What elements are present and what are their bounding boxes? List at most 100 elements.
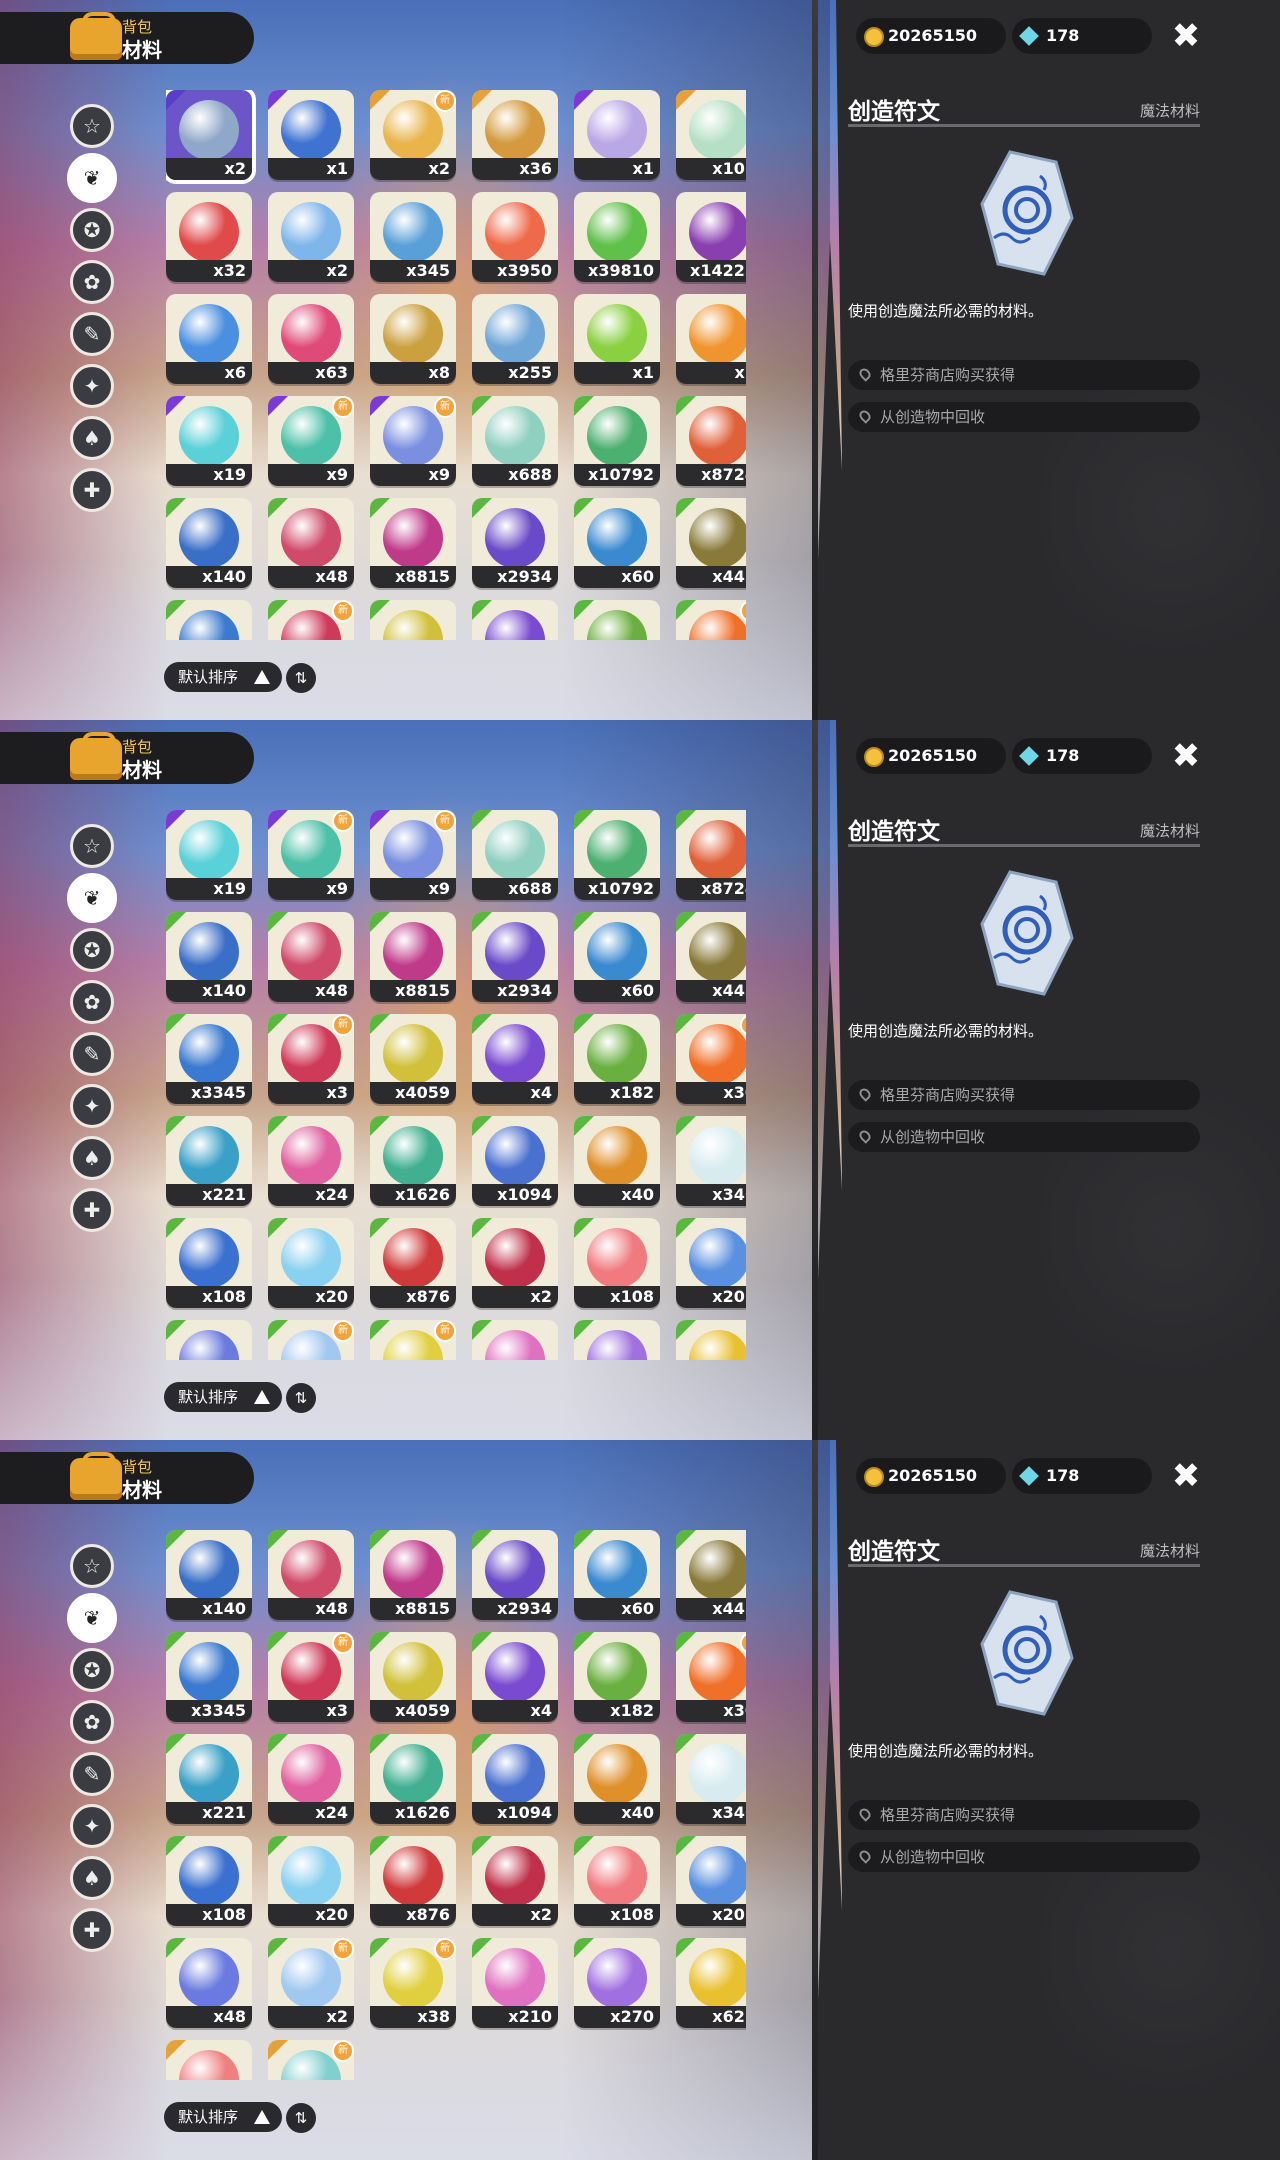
acquisition-source[interactable]: 从创造物中回收 (848, 402, 1200, 432)
acquisition-source[interactable]: 从创造物中回收 (848, 1842, 1200, 1872)
item-slot[interactable]: x688 (472, 810, 558, 900)
item-slot[interactable]: x3新 (268, 1632, 354, 1722)
item-slot[interactable]: x108 (676, 90, 746, 180)
item-slot[interactable]: x1 (574, 294, 660, 384)
item-slot[interactable]: x1新 (268, 2040, 354, 2080)
item-slot[interactable]: x1 (268, 90, 354, 180)
item-slot[interactable]: x3950 (472, 192, 558, 282)
item-slot[interactable]: x2 新 (268, 1938, 354, 2028)
leaf-tab-icon[interactable]: ❦ (67, 153, 117, 203)
item-slot[interactable]: x443 (676, 498, 746, 588)
acorn-tab-icon[interactable]: ♠ (70, 1136, 114, 1180)
item-slot[interactable]: x40 (574, 1116, 660, 1206)
item-slot[interactable]: x443 (676, 912, 746, 1002)
item-slot[interactable]: x166 (166, 2040, 252, 2080)
item-slot[interactable]: x688 (472, 396, 558, 486)
item-slot[interactable]: x1094 (472, 1116, 558, 1206)
item-slot[interactable]: x20 (268, 1836, 354, 1926)
box-tab-icon[interactable]: ✎ (70, 1752, 114, 1796)
item-slot[interactable]: x30新 (676, 1014, 746, 1104)
leaf-tab-icon[interactable]: ❦ (67, 1593, 117, 1643)
item-slot[interactable]: x108 (574, 1836, 660, 1926)
acorn-tab-icon[interactable]: ♠ (70, 416, 114, 460)
item-slot[interactable]: x2934 (472, 498, 558, 588)
acquisition-source[interactable]: 从创造物中回收 (848, 1122, 1200, 1152)
item-slot[interactable]: x346 (676, 1116, 746, 1206)
item-slot[interactable]: x9 新 (370, 396, 456, 486)
item-slot[interactable]: x19 (166, 810, 252, 900)
star-tab-icon[interactable]: ☆ (70, 824, 114, 868)
item-slot[interactable]: x8724 (676, 810, 746, 900)
item-slot[interactable]: x221 (166, 1116, 252, 1206)
item-slot[interactable]: x8815 (370, 498, 456, 588)
item-slot[interactable]: x4 (472, 600, 558, 640)
sort-arrow-icon[interactable] (254, 670, 270, 684)
item-slot[interactable]: x2934 (472, 912, 558, 1002)
item-slot[interactable]: x4059 (370, 1632, 456, 1722)
item-slot[interactable]: x10792 (574, 396, 660, 486)
box-tab-icon[interactable]: ✎ (70, 1032, 114, 1076)
item-slot[interactable]: x8724 (676, 396, 746, 486)
item-slot[interactable]: x345 (370, 192, 456, 282)
orb-tab-icon[interactable]: ✦ (70, 1084, 114, 1128)
chest-tab-icon[interactable]: ✚ (70, 1908, 114, 1952)
item-slot[interactable]: x1 (574, 90, 660, 180)
item-slot[interactable]: x20 (268, 1218, 354, 1308)
item-grid[interactable]: x2 x1 x2 新 x36 x1 x108 x32 x2 x345 x3950 x39810 x142… (166, 90, 746, 640)
acquisition-source[interactable]: 格里芬商店购买获得 (848, 1800, 1200, 1830)
item-slot[interactable]: x7 (676, 294, 746, 384)
item-slot[interactable]: x3新 (268, 600, 354, 640)
item-slot[interactable]: x108 (166, 1836, 252, 1926)
item-slot[interactable]: x10792 (574, 810, 660, 900)
close-button[interactable]: ✖ (1168, 1458, 1204, 1494)
leaf-tab-icon[interactable]: ❦ (67, 873, 117, 923)
item-slot[interactable]: x140 (166, 912, 252, 1002)
badge-tab-icon[interactable]: ✪ (70, 928, 114, 972)
item-slot[interactable]: x140 (166, 498, 252, 588)
item-slot[interactable]: x108 (166, 1218, 252, 1308)
box-tab-icon[interactable]: ✎ (70, 312, 114, 356)
orb-tab-icon[interactable]: ✦ (70, 364, 114, 408)
item-slot[interactable]: x36 (472, 90, 558, 180)
item-slot[interactable]: x48 (268, 912, 354, 1002)
chest-tab-icon[interactable]: ✚ (70, 468, 114, 512)
item-slot[interactable]: x1094 (472, 1734, 558, 1824)
item-grid[interactable]: x140 x48 x8815 x2934 x60 x443 x3345 x3 新 x4059 x4 x… (166, 1530, 746, 2080)
item-slot[interactable]: x3345 (166, 600, 252, 640)
item-slot[interactable]: x2 新 (370, 90, 456, 180)
item-slot[interactable]: x210 (472, 1938, 558, 2028)
item-slot[interactable]: x140 (166, 1530, 252, 1620)
close-button[interactable]: ✖ (1168, 18, 1204, 54)
item-slot[interactable]: x40 (574, 1734, 660, 1824)
item-slot[interactable]: x6 (166, 294, 252, 384)
item-slot[interactable]: x48 (268, 1530, 354, 1620)
close-button[interactable]: ✖ (1168, 738, 1204, 774)
item-slot[interactable]: x60 (574, 1530, 660, 1620)
item-slot[interactable]: x255 (472, 294, 558, 384)
acorn-tab-icon[interactable]: ♠ (70, 1856, 114, 1900)
item-slot[interactable]: x2 (268, 192, 354, 282)
item-slot[interactable]: x30新 (676, 1632, 746, 1722)
orb-tab-icon[interactable]: ✦ (70, 1804, 114, 1848)
star-tab-icon[interactable]: ☆ (70, 1544, 114, 1588)
item-slot[interactable]: x625 (676, 1320, 746, 1360)
item-slot[interactable]: x182 (574, 1014, 660, 1104)
item-slot[interactable]: x2 (472, 1836, 558, 1926)
badge-tab-icon[interactable]: ✪ (70, 208, 114, 252)
item-slot[interactable]: x8815 (370, 912, 456, 1002)
sort-order-toggle[interactable]: ⇅ (286, 663, 316, 693)
item-slot[interactable]: x14223 (676, 192, 746, 282)
item-slot[interactable]: x4 (472, 1632, 558, 1722)
item-slot[interactable]: x3345 (166, 1632, 252, 1722)
item-slot[interactable]: x2 (166, 90, 256, 184)
item-slot[interactable]: x205 (676, 1836, 746, 1926)
item-slot[interactable]: x3新 (268, 1014, 354, 1104)
star-tab-icon[interactable]: ☆ (70, 104, 114, 148)
item-slot[interactable]: x9 新 (268, 396, 354, 486)
item-slot[interactable]: x24 (268, 1116, 354, 1206)
item-slot[interactable]: x30新 (676, 600, 746, 640)
sort-order-toggle[interactable]: ⇅ (286, 1383, 316, 1413)
item-slot[interactable]: x9 新 (370, 810, 456, 900)
item-slot[interactable]: x4059 (370, 1014, 456, 1104)
chest-tab-icon[interactable]: ✚ (70, 1188, 114, 1232)
